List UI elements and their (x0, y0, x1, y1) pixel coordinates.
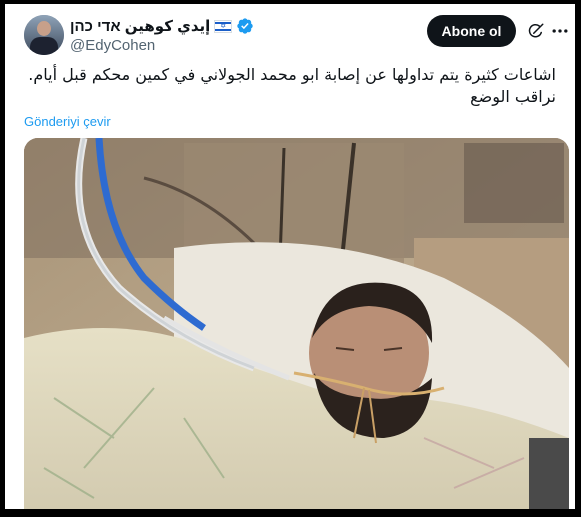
hospital-photo (24, 138, 569, 509)
avatar[interactable] (24, 15, 64, 55)
translate-link[interactable]: Gönderiyi çevir (24, 114, 111, 129)
tweet-photo[interactable] (24, 138, 569, 509)
tweet-text: اشاعات كثيرة يتم تداولها عن إصابة ابو مح… (28, 65, 556, 106)
handle[interactable]: @EdyCohen (70, 37, 155, 54)
follow-button[interactable]: Abone ol (427, 15, 516, 47)
tweet-card: إيدي كوهين אדי כהן ✡ @EdyCohen Abone ol … (5, 4, 575, 509)
grok-icon[interactable] (527, 22, 545, 40)
author-name-row[interactable]: إيدي كوهين אדי כהן ✡ (70, 16, 254, 36)
verified-badge-icon (237, 18, 253, 34)
israel-flag-icon: ✡ (214, 19, 233, 33)
more-icon[interactable] (550, 21, 570, 41)
display-name[interactable]: إيدي كوهين אדי כהן (70, 17, 210, 35)
